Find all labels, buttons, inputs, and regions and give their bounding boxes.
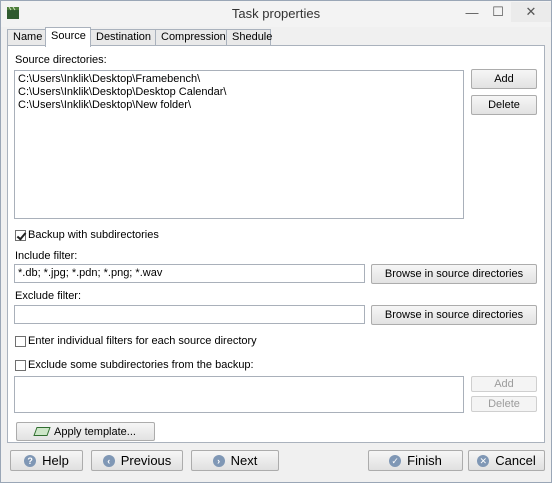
- tab-destination[interactable]: Destination: [90, 29, 156, 46]
- tab-source[interactable]: Source: [45, 27, 91, 47]
- title-bar[interactable]: Task properties — ☐ ✕: [1, 1, 551, 27]
- excluded-subdirectories-list[interactable]: [14, 376, 464, 413]
- delete-excluded-button[interactable]: Delete: [471, 396, 537, 412]
- source-directories-label: Source directories:: [15, 54, 107, 66]
- list-item[interactable]: C:\Users\Inklik\Desktop\Framebench\: [15, 73, 463, 86]
- previous-label: Previous: [120, 453, 172, 468]
- cancel-label: Cancel: [495, 453, 536, 468]
- arrow-left-icon: ‹: [102, 454, 115, 467]
- individual-filters-label: Enter individual filters for each source…: [28, 335, 257, 347]
- tab-compression[interactable]: Compression: [155, 29, 227, 46]
- include-browse-button[interactable]: Browse in source directories: [371, 264, 537, 284]
- exclude-filter-label: Exclude filter:: [15, 290, 82, 302]
- apply-template-button[interactable]: Apply template...: [16, 422, 155, 441]
- next-label: Next: [230, 453, 258, 468]
- exclude-filter-input[interactable]: [14, 305, 365, 324]
- include-filter-label: Include filter:: [15, 250, 78, 262]
- backup-subdirectories-checkbox[interactable]: [15, 230, 26, 241]
- add-excluded-button[interactable]: Add: [471, 376, 537, 392]
- help-button[interactable]: ? Help: [10, 450, 83, 471]
- footer-buttons: ? Help ‹ Previous › Next ✓ Finish ✕ Canc…: [1, 445, 551, 483]
- maximize-button[interactable]: ☐: [485, 2, 511, 22]
- cancel-icon: ✕: [477, 454, 490, 467]
- cancel-button[interactable]: ✕ Cancel: [468, 450, 545, 471]
- source-directories-list[interactable]: C:\Users\Inklik\Desktop\Framebench\ C:\U…: [14, 70, 464, 219]
- exclude-subdirectories-label: Exclude some subdirectories from the bac…: [28, 359, 254, 371]
- backup-subdirectories-label: Backup with subdirectories: [28, 229, 159, 241]
- finish-label: Finish: [407, 453, 442, 468]
- apply-template-label: Apply template...: [54, 425, 136, 438]
- task-properties-window: Task properties — ☐ ✕ Name Source Destin…: [0, 0, 552, 483]
- tab-name[interactable]: Name: [7, 29, 46, 46]
- template-icon: [33, 427, 51, 436]
- minimize-button[interactable]: —: [459, 2, 485, 22]
- delete-source-button[interactable]: Delete: [471, 95, 537, 115]
- source-tab-panel: Source directories: C:\Users\Inklik\Desk…: [7, 45, 545, 443]
- individual-filters-checkbox[interactable]: [15, 336, 26, 347]
- exclude-subdirectories-checkbox[interactable]: [15, 360, 26, 371]
- include-filter-input[interactable]: *.db; *.jpg; *.pdn; *.png; *.wav: [14, 264, 365, 283]
- checkmark-icon: ✓: [389, 454, 402, 467]
- list-item[interactable]: C:\Users\Inklik\Desktop\New folder\: [15, 99, 463, 112]
- finish-button[interactable]: ✓ Finish: [368, 450, 463, 471]
- help-icon: ?: [24, 454, 37, 467]
- help-label: Help: [42, 453, 69, 468]
- close-button[interactable]: ✕: [511, 2, 551, 22]
- previous-button[interactable]: ‹ Previous: [91, 450, 183, 471]
- add-source-button[interactable]: Add: [471, 69, 537, 89]
- next-button[interactable]: › Next: [191, 450, 279, 471]
- arrow-right-icon: ›: [212, 454, 225, 467]
- exclude-browse-button[interactable]: Browse in source directories: [371, 305, 537, 325]
- list-item[interactable]: C:\Users\Inklik\Desktop\Desktop Calendar…: [15, 86, 463, 99]
- tab-shedule[interactable]: Shedule: [226, 29, 272, 46]
